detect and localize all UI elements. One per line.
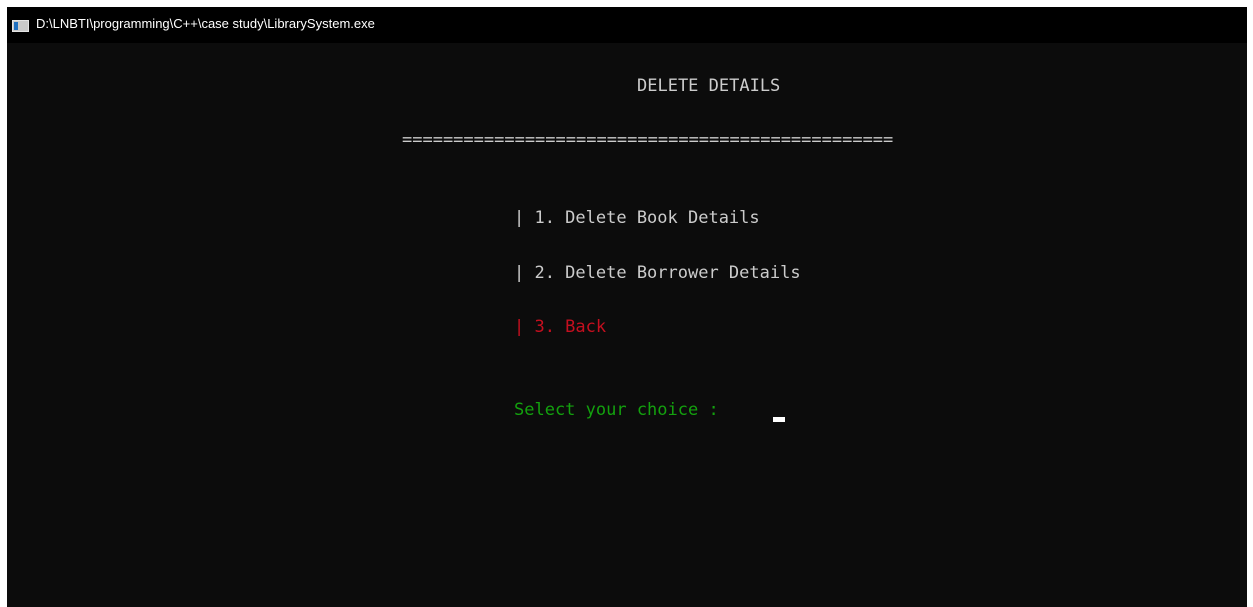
console-window: D:\LNBTI\programming\C++\case study\Libr…: [7, 7, 1247, 607]
text-cursor[interactable]: [773, 417, 785, 422]
menu-option-delete-borrower: | 2. Delete Borrower Details: [514, 263, 801, 283]
choice-prompt: Select your choice :: [514, 400, 729, 420]
menu-option-back: | 3. Back: [514, 317, 607, 337]
menu-heading: DELETE DETAILS: [637, 76, 781, 96]
menu-option-delete-book: | 1. Delete Book Details: [514, 208, 760, 228]
console-app-icon: [12, 20, 29, 32]
title-bar[interactable]: D:\LNBTI\programming\C++\case study\Libr…: [7, 7, 1247, 43]
heading-separator: ========================================…: [402, 130, 894, 150]
window-title: D:\LNBTI\programming\C++\case study\Libr…: [36, 16, 375, 31]
